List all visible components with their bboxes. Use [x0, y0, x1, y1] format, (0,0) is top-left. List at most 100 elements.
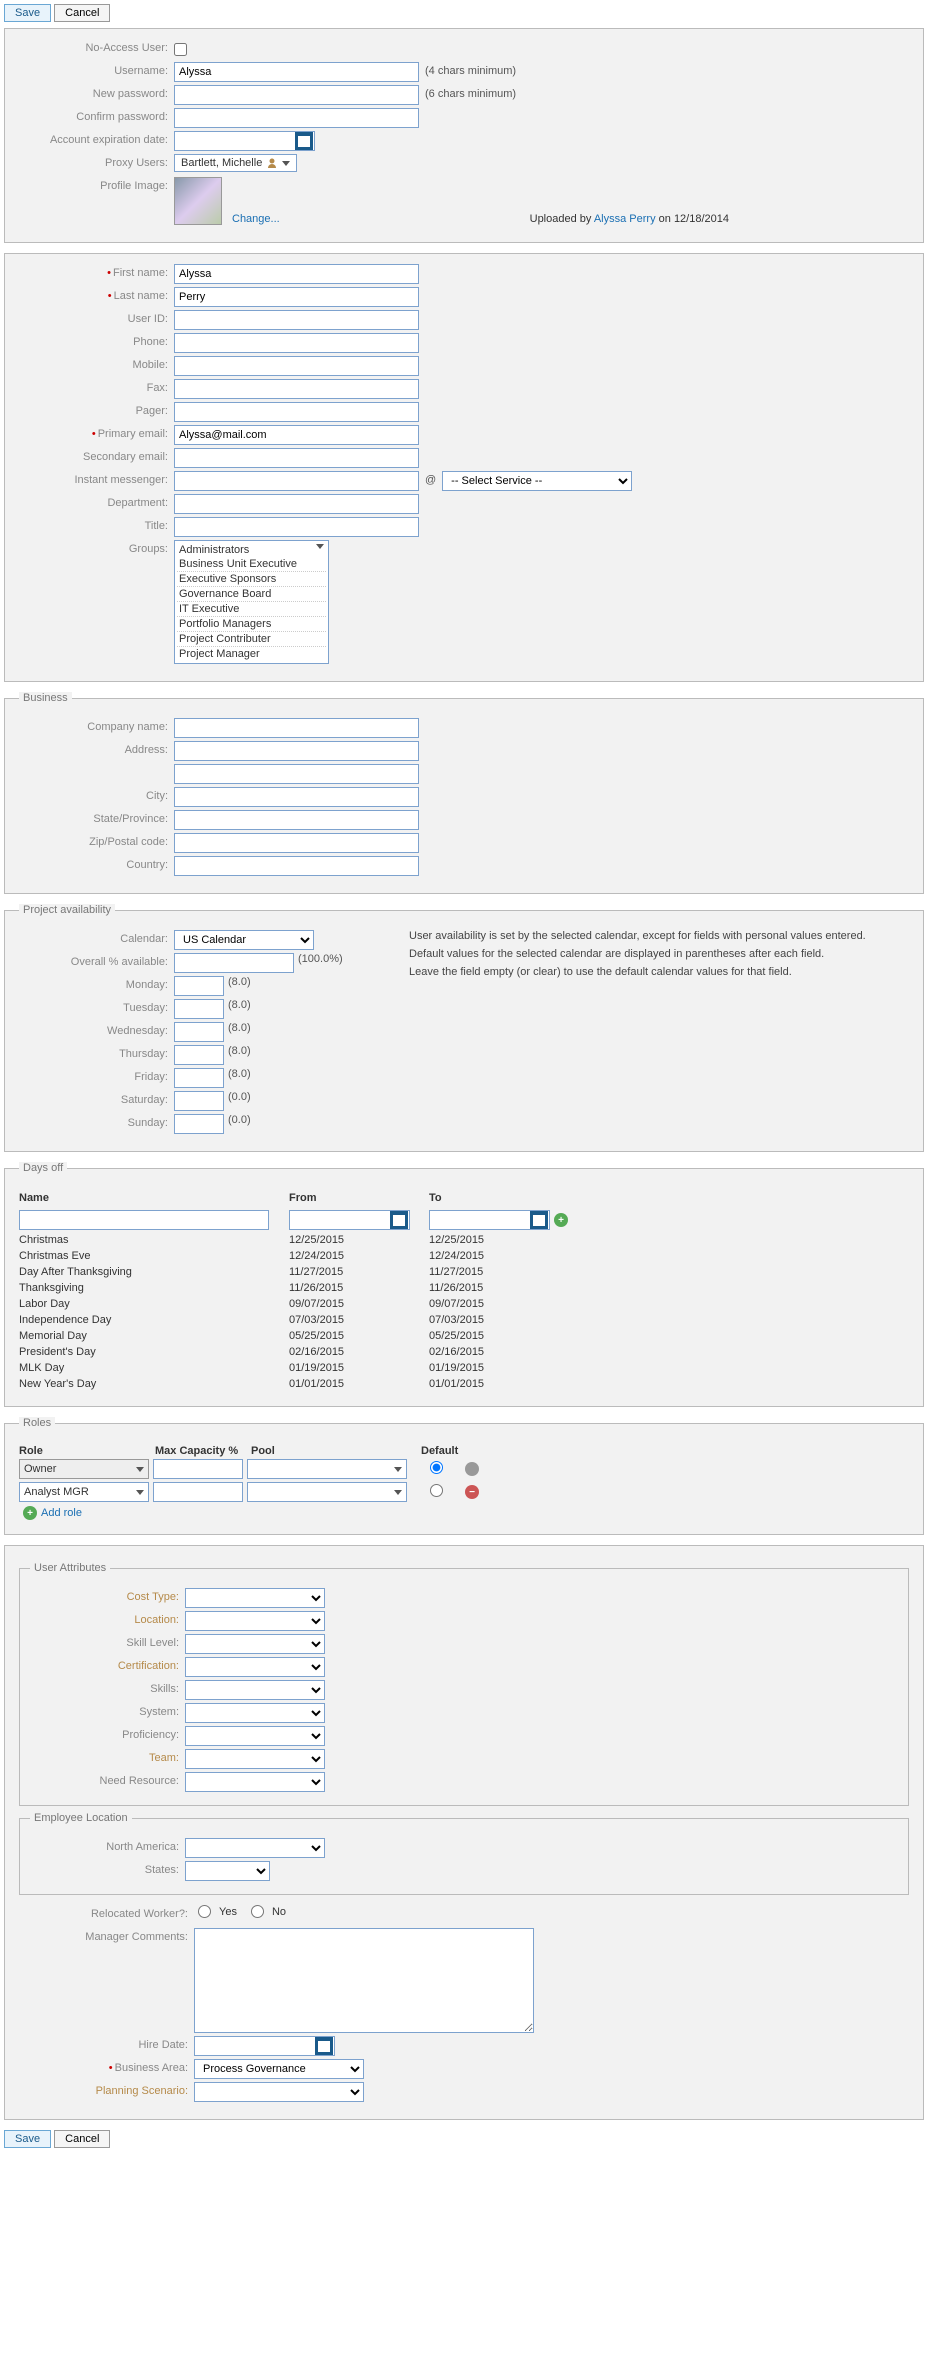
add-icon[interactable]: +	[554, 1213, 568, 1227]
semail-input[interactable]	[174, 448, 419, 468]
add-role-link[interactable]: Add role	[41, 1507, 82, 1519]
group-item[interactable]: Project Manager	[177, 647, 326, 661]
zip-input[interactable]	[174, 833, 419, 853]
daysoff-name: President's Day	[19, 1346, 289, 1358]
wed-input[interactable]	[174, 1022, 224, 1042]
sun-input[interactable]	[174, 1114, 224, 1134]
newpass-input[interactable]	[174, 85, 419, 105]
sat-input[interactable]	[174, 1091, 224, 1111]
group-item[interactable]: Project Contributer	[177, 632, 326, 647]
default-radio[interactable]	[430, 1484, 443, 1497]
state-input[interactable]	[174, 810, 419, 830]
daysoff-name-input[interactable]	[19, 1210, 269, 1230]
expiry-date-field[interactable]	[174, 131, 315, 151]
pool-select[interactable]	[247, 1459, 407, 1479]
first-input[interactable]	[174, 264, 419, 284]
default-radio[interactable]	[430, 1461, 443, 1474]
mobile-input[interactable]	[174, 356, 419, 376]
fri-input[interactable]	[174, 1068, 224, 1088]
daysoff-to-date[interactable]	[429, 1210, 550, 1230]
tue-input[interactable]	[174, 999, 224, 1019]
thu-input[interactable]	[174, 1045, 224, 1065]
address2-input[interactable]	[174, 764, 419, 784]
team-select[interactable]	[185, 1749, 325, 1769]
im-service-select[interactable]: -- Select Service --	[442, 471, 632, 491]
calendar-icon[interactable]	[315, 2037, 333, 2055]
fax-input[interactable]	[174, 379, 419, 399]
thu-label: Thursday:	[19, 1045, 174, 1060]
daysoff-to: 11/27/2015	[429, 1266, 569, 1278]
cost-select[interactable]	[185, 1588, 325, 1608]
save-button[interactable]: Save	[4, 4, 51, 22]
pool-select[interactable]	[247, 1482, 407, 1502]
reloc-yes-radio[interactable]	[198, 1905, 211, 1918]
dept-input[interactable]	[174, 494, 419, 514]
pemail-input[interactable]	[174, 425, 419, 445]
mgr-comments-textarea[interactable]	[194, 1928, 534, 2033]
plan-select[interactable]	[194, 2082, 364, 2102]
country-input[interactable]	[174, 856, 419, 876]
need-select[interactable]	[185, 1772, 325, 1792]
calendar-icon[interactable]	[390, 1211, 408, 1229]
address1-input[interactable]	[174, 741, 419, 761]
fax-label: Fax:	[19, 379, 174, 394]
pager-input[interactable]	[174, 402, 419, 422]
save-button-bottom[interactable]: Save	[4, 2130, 51, 2148]
company-input[interactable]	[174, 718, 419, 738]
city-input[interactable]	[174, 787, 419, 807]
na-select[interactable]	[185, 1838, 325, 1858]
username-input[interactable]	[174, 62, 419, 82]
groups-select[interactable]: Administrators Business Unit ExecutiveEx…	[174, 540, 329, 664]
daysoff-from: 02/16/2015	[289, 1346, 429, 1358]
daysoff-from: 11/26/2015	[289, 1282, 429, 1294]
calendar-icon[interactable]	[295, 132, 313, 150]
expiry-date-input[interactable]	[175, 132, 295, 150]
im-input[interactable]	[174, 471, 419, 491]
group-item[interactable]: Portfolio Managers	[177, 617, 326, 632]
title-input[interactable]	[174, 517, 419, 537]
add-icon[interactable]: +	[23, 1506, 37, 1520]
daysoff-from: 07/03/2015	[289, 1314, 429, 1326]
overall-input[interactable]	[174, 953, 294, 973]
uploaded-user-link[interactable]: Alyssa Perry	[594, 213, 656, 225]
cert-select[interactable]	[185, 1657, 325, 1677]
loc-select[interactable]	[185, 1611, 325, 1631]
daysoff-from-date[interactable]	[289, 1210, 410, 1230]
calendar-icon[interactable]	[530, 1211, 548, 1229]
skills-select[interactable]	[185, 1680, 325, 1700]
uid-input[interactable]	[174, 310, 419, 330]
hire-date-field[interactable]	[194, 2036, 335, 2056]
states-select[interactable]	[185, 1861, 270, 1881]
group-item[interactable]: IT Executive	[177, 602, 326, 617]
cancel-button-bottom[interactable]: Cancel	[54, 2130, 110, 2148]
role-select[interactable]: Owner	[19, 1459, 149, 1479]
ba-select[interactable]: Process Governance	[194, 2059, 364, 2079]
change-image-link[interactable]: Change...	[232, 213, 280, 225]
noaccess-checkbox[interactable]	[174, 43, 187, 56]
hire-date-input[interactable]	[195, 2037, 315, 2055]
calendar-select[interactable]: US Calendar	[174, 930, 314, 950]
daysoff-to-input[interactable]	[430, 1211, 530, 1229]
confirm-input[interactable]	[174, 108, 419, 128]
role-select[interactable]: Analyst MGR	[19, 1482, 149, 1502]
delete-icon[interactable]: −	[465, 1485, 479, 1499]
emploc-legend: Employee Location	[30, 1812, 132, 1824]
mon-label: Monday:	[19, 976, 174, 991]
daysoff-from-input[interactable]	[290, 1211, 390, 1229]
capacity-input[interactable]	[153, 1459, 243, 1479]
access-panel: No-Access User: Username: (4 chars minim…	[4, 28, 924, 243]
group-item[interactable]: Executive Sponsors	[177, 572, 326, 587]
skill-select[interactable]	[185, 1634, 325, 1654]
capacity-input[interactable]	[153, 1482, 243, 1502]
group-item[interactable]: Business Unit Executive	[177, 557, 326, 572]
phone-input[interactable]	[174, 333, 419, 353]
overall-label: Overall % available:	[19, 953, 174, 968]
group-item[interactable]: Governance Board	[177, 587, 326, 602]
proxy-user-selector[interactable]: Bartlett, Michelle	[174, 154, 297, 172]
system-select[interactable]	[185, 1703, 325, 1723]
last-input[interactable]	[174, 287, 419, 307]
cancel-button[interactable]: Cancel	[54, 4, 110, 22]
prof-select[interactable]	[185, 1726, 325, 1746]
reloc-no-radio[interactable]	[251, 1905, 264, 1918]
mon-input[interactable]	[174, 976, 224, 996]
